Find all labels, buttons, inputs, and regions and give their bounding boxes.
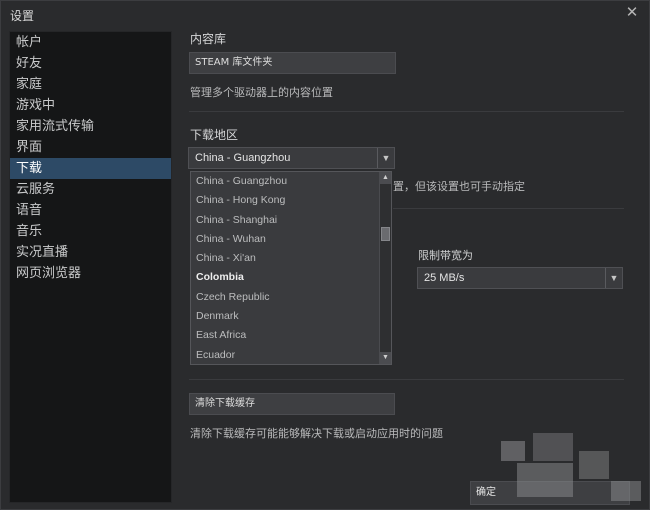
pixelated-watermark <box>611 481 641 501</box>
clear-cache-description: 清除下载缓存可能能够解决下载或启动应用时的问题 <box>190 427 443 440</box>
pixelated-watermark <box>533 433 573 461</box>
close-icon[interactable]: ✕ <box>623 4 641 22</box>
download-region-select[interactable]: China - Guangzhou ▼ <box>188 147 395 169</box>
sidebar: 帐户 好友 家庭 游戏中 家用流式传输 界面 下载 云服务 语音 音乐 实况直播… <box>9 31 172 503</box>
section-divider <box>189 111 624 112</box>
pixelated-watermark <box>517 463 573 497</box>
sidebar-item-account[interactable]: 帐户 <box>10 32 171 53</box>
list-item[interactable]: East Africa <box>191 326 391 345</box>
sidebar-item-downloads[interactable]: 下载 <box>10 158 171 179</box>
window-title: 设置 <box>10 9 35 23</box>
download-region-title: 下载地区 <box>190 128 239 142</box>
sidebar-item-friends[interactable]: 好友 <box>10 53 171 74</box>
download-region-dropdown-list: China - Guangzhou China - Hong Kong Chin… <box>190 171 392 365</box>
chevron-down-icon[interactable]: ▼ <box>377 148 394 168</box>
download-region-selected: China - Guangzhou <box>195 152 291 164</box>
sidebar-item-web-browser[interactable]: 网页浏览器 <box>10 263 171 284</box>
content-library-description: 管理多个驱动器上的内容位置 <box>190 86 333 99</box>
list-item[interactable]: Czech Republic <box>191 288 391 307</box>
sidebar-item-music[interactable]: 音乐 <box>10 221 171 242</box>
scroll-up-icon[interactable]: ▲ <box>380 172 391 184</box>
sidebar-item-family[interactable]: 家庭 <box>10 74 171 95</box>
bandwidth-limit-select[interactable]: 25 MB/s ▼ <box>417 267 623 289</box>
list-item[interactable]: Denmark <box>191 307 391 326</box>
sidebar-item-cloud[interactable]: 云服务 <box>10 179 171 200</box>
pixelated-watermark <box>501 441 525 461</box>
pixelated-watermark <box>579 451 609 479</box>
list-item[interactable]: Ecuador <box>191 346 391 365</box>
list-item[interactable]: China - Shanghai <box>191 211 391 230</box>
download-region-description: 置，但该设置也可手动指定 <box>393 180 525 193</box>
list-item-highlighted[interactable]: Colombia <box>191 268 391 287</box>
settings-window: 设置 ✕ 帐户 好友 家庭 游戏中 家用流式传输 界面 下载 云服务 语音 音乐… <box>0 0 650 510</box>
bandwidth-limit-selected: 25 MB/s <box>424 272 465 284</box>
steam-library-folders-button[interactable]: STEAM 库文件夹 <box>189 52 396 74</box>
section-divider <box>189 379 624 380</box>
scroll-down-icon[interactable]: ▼ <box>380 352 391 364</box>
sidebar-item-in-game[interactable]: 游戏中 <box>10 95 171 116</box>
content-library-title: 内容库 <box>190 32 227 46</box>
chevron-down-icon[interactable]: ▼ <box>605 268 622 288</box>
section-divider <box>393 208 624 209</box>
clear-download-cache-button[interactable]: 清除下载缓存 <box>189 393 395 415</box>
sidebar-item-home-streaming[interactable]: 家用流式传输 <box>10 116 171 137</box>
list-item[interactable]: China - Xi'an <box>191 249 391 268</box>
bandwidth-limit-label: 限制带宽为 <box>418 249 473 262</box>
dropdown-scrollbar[interactable]: ▲ ▼ <box>379 172 391 364</box>
title-bar: 设置 ✕ <box>1 1 649 27</box>
sidebar-item-interface[interactable]: 界面 <box>10 137 171 158</box>
sidebar-item-broadcasting[interactable]: 实况直播 <box>10 242 171 263</box>
list-item[interactable]: China - Wuhan <box>191 230 391 249</box>
sidebar-item-voice[interactable]: 语音 <box>10 200 171 221</box>
list-item[interactable]: China - Guangzhou <box>191 172 391 191</box>
list-item[interactable]: China - Hong Kong <box>191 191 391 210</box>
scrollbar-thumb[interactable] <box>381 227 390 241</box>
